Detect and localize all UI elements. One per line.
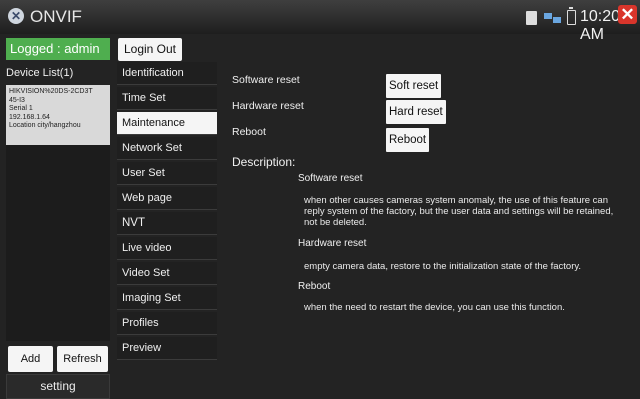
menu-item-profiles[interactable]: Profiles <box>117 312 217 335</box>
device-list-label: Device List(1) <box>6 67 74 79</box>
menu-item-time-set[interactable]: Time Set <box>117 87 217 110</box>
soft-reset-button[interactable]: Soft reset <box>386 74 442 98</box>
menu-item-live-video[interactable]: Live video <box>117 237 217 260</box>
sd-card-icon <box>526 11 537 25</box>
reboot-button[interactable]: Reboot <box>386 128 430 152</box>
setting-button[interactable]: setting <box>6 374 110 399</box>
device-name: HIKVISION%20DS-2CD3T <box>9 88 93 95</box>
battery-icon <box>567 7 576 25</box>
hard-reset-button[interactable]: Hard reset <box>386 100 446 124</box>
network-icon <box>544 11 561 24</box>
reboot-label: Reboot <box>232 126 266 138</box>
menu-item-video-set[interactable]: Video Set <box>117 262 217 285</box>
app-title: ONVIF <box>30 7 82 26</box>
device-location: Location city/hangzhou <box>9 122 81 129</box>
desc-software-title: Software reset <box>298 173 363 184</box>
side-menu: Identification Time Set Maintenance Netw… <box>117 62 217 362</box>
menu-item-user-set[interactable]: User Set <box>117 162 217 185</box>
hardware-reset-label: Hardware reset <box>232 100 304 112</box>
device-ip: 192.168.1.64 <box>9 113 50 121</box>
close-icon[interactable]: ✕ <box>618 5 637 24</box>
device-serial: Serial 1 <box>9 105 33 112</box>
refresh-button[interactable]: Refresh <box>57 346 108 372</box>
desc-hardware-text: empty camera data, restore to the initia… <box>304 261 582 272</box>
x-circle-icon: ✕ <box>8 8 24 24</box>
menu-item-identification[interactable]: Identification <box>117 62 217 85</box>
login-out-button[interactable]: Login Out <box>118 38 182 61</box>
add-button[interactable]: Add <box>8 346 53 372</box>
software-reset-label: Software reset <box>232 74 300 86</box>
menu-item-imaging-set[interactable]: Imaging Set <box>117 287 217 310</box>
menu-section-nvt[interactable]: NVT <box>117 212 217 235</box>
menu-item-web-page[interactable]: Web page <box>117 187 217 210</box>
logged-in-status: Logged : admin <box>6 38 110 60</box>
desc-reboot-text: when the need to restart the device, you… <box>304 302 565 313</box>
menu-item-preview[interactable]: Preview <box>117 337 217 360</box>
device-list-area <box>6 145 110 341</box>
device-model: 45-I3 <box>9 96 25 104</box>
menu-item-network-set[interactable]: Network Set <box>117 137 217 160</box>
desc-software-text: when other causes cameras system anomaly… <box>304 195 614 228</box>
desc-hardware-title: Hardware reset <box>298 238 367 249</box>
maintenance-panel: Software reset Hardware reset Reboot Sof… <box>222 62 640 399</box>
device-list-item[interactable]: HIKVISION%20DS-2CD3T 45-I3 Serial 1 192.… <box>6 85 110 145</box>
menu-item-maintenance[interactable]: Maintenance <box>117 112 217 135</box>
title-bar: ✕ ONVIF 10:20 AM ✕ <box>0 0 640 43</box>
desc-reboot-title: Reboot <box>298 281 331 292</box>
description-title: Description: <box>232 155 296 169</box>
